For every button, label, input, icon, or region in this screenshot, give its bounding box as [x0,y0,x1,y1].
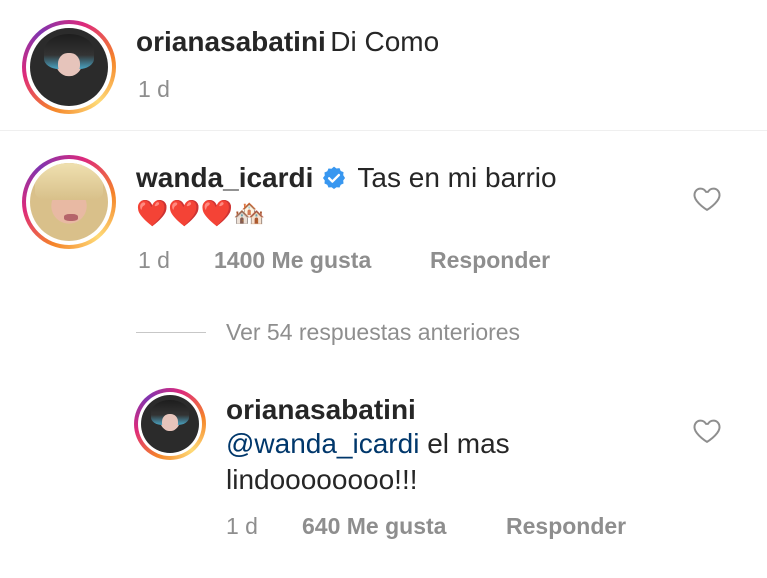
heart-outline-icon[interactable] [692,184,722,212]
view-replies-line [136,332,206,333]
avatar[interactable] [22,20,116,114]
comment-time: 1 d [138,247,170,273]
avatar[interactable] [22,155,116,249]
comment: wanda_icardi Tas en mi barrio [136,162,557,194]
avatar-image [30,163,108,241]
divider [0,130,767,131]
likes-count[interactable]: 640 Me gusta [302,513,506,540]
comment-emojis: ❤️❤️❤️🏘️ [136,198,266,229]
reply-text-part: el mas [419,428,510,459]
reply-button[interactable]: Responder [506,513,626,539]
emoji-text: ❤️❤️❤️🏘️ [136,199,266,229]
comment: orianasabatini Di Como [136,26,439,58]
view-replies-button[interactable]: Ver 54 respuestas anteriores [226,319,520,346]
heart-outline-icon[interactable] [692,416,722,444]
comment-text: Di Como [330,26,440,57]
reply-text-line2: lindoooooooo!!! [226,464,418,495]
avatar-image [141,395,199,453]
avatar[interactable] [134,388,206,460]
comment-actions: 1 d 1400 Me gusta Responder [138,247,550,274]
reply-text: @wanda_icardi el mas [226,428,510,460]
reply-time: 1 d [226,513,258,539]
comment-time: 1 d [138,76,170,102]
username[interactable]: orianasabatini [136,26,326,57]
username[interactable]: wanda_icardi [136,162,313,193]
mention-link[interactable]: @wanda_icardi [226,428,419,459]
username[interactable]: orianasabatini [226,394,416,426]
avatar-image [30,28,108,106]
reply-actions: 1 d 640 Me gusta Responder [226,513,626,540]
likes-count[interactable]: 1400 Me gusta [214,247,430,274]
reply-button[interactable]: Responder [430,247,550,273]
verified-badge-icon [321,165,347,191]
comment-text: Tas en mi barrio [357,162,557,193]
